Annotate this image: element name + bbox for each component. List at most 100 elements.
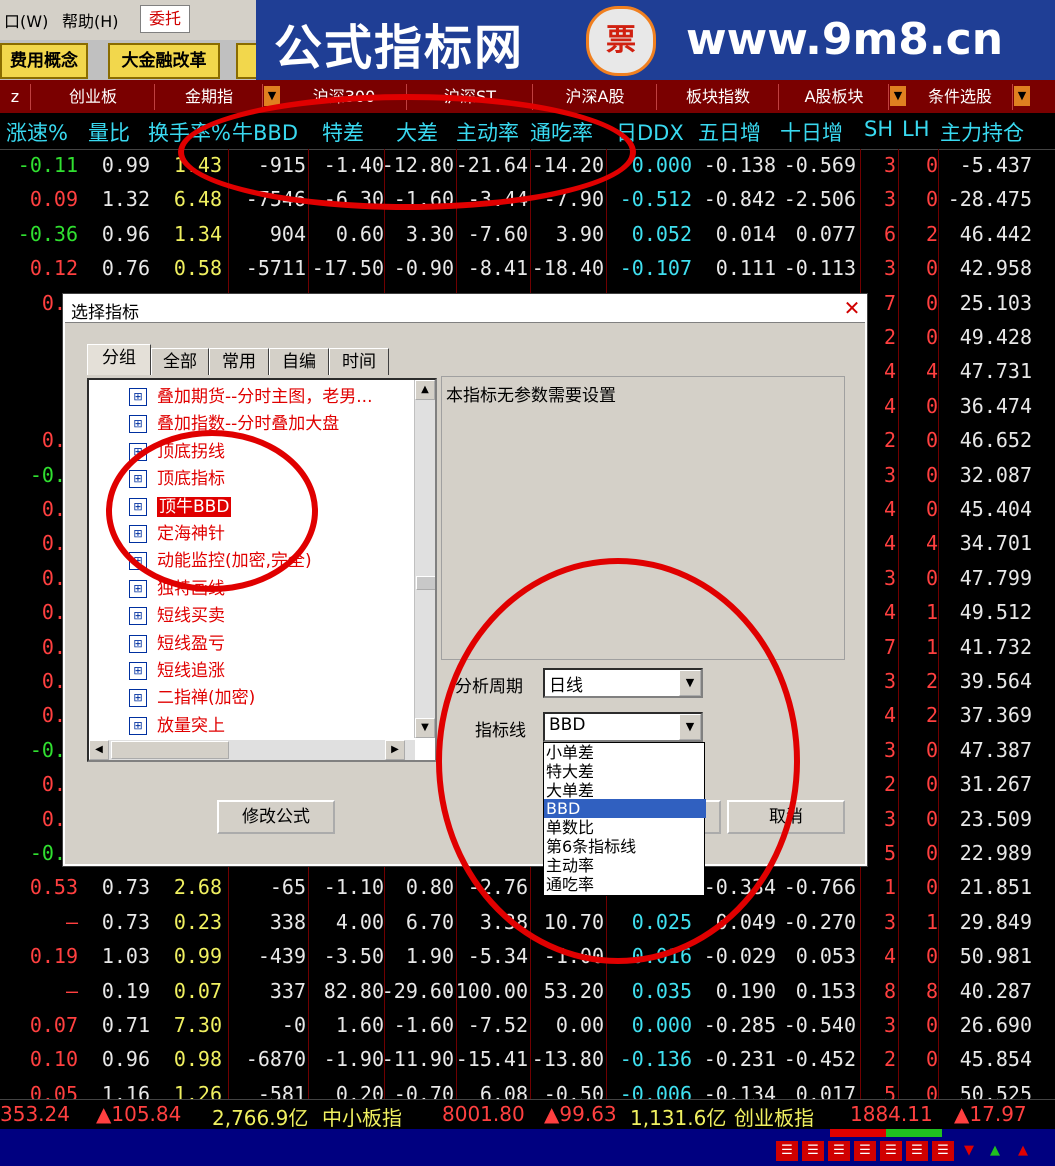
close-icon[interactable]: ✕ [841,298,863,318]
tree-item-label: 短线盈亏 [157,633,225,654]
tree-item[interactable]: ⊞ 短线追涨 [129,656,225,681]
tab-sector-index[interactable]: 板块指数 [658,84,779,110]
tree-item[interactable]: ⊞ 放量突上 [129,711,225,736]
list-icon[interactable]: ☰ [906,1141,928,1161]
horizontal-scrollbar[interactable]: ◀ ▶ [89,740,415,760]
cell-special-diff: -1.10 [323,875,384,900]
list-icon[interactable]: ☰ [880,1141,902,1161]
chart-icon: ⊞ [129,689,147,708]
col-header[interactable]: 主力持仓 [940,117,1024,147]
list-icon[interactable]: ☰ [932,1141,954,1161]
menu-window[interactable]: 口(W) [4,8,48,32]
scroll-up-icon[interactable]: ▲ [415,380,435,400]
cell-vol-ratio: 0.96 [101,221,150,246]
tab-custom[interactable]: 自编 [269,348,329,375]
scroll-thumb[interactable] [111,741,229,759]
tab-all[interactable]: 全部 [151,348,209,375]
sector-button-concept[interactable]: 费用概念 [0,43,88,79]
tab-time[interactable]: 时间 [329,348,389,375]
tab-hs-a[interactable]: 沪深A股 [534,84,657,110]
cell-bbd: 904 [269,221,306,246]
cell-main-position: 45.404 [959,497,1032,521]
cell-vol-ratio: 0.71 [101,1013,150,1037]
table-row[interactable]: 0.12 0.76 0.58 -5711 -17.50 -0.90 -8.41 -18.40-… [0,252,1055,286]
tree-item[interactable]: ⊞ 二指禅(加密) [129,683,255,708]
arrow-down-icon[interactable]: ▼ [958,1141,980,1161]
tree-item[interactable]: ⊞ 短线盈亏 [129,629,225,654]
cell-speed: -0.36 [17,221,78,246]
menu-trust[interactable]: 委托 [140,5,190,33]
cell-main-position: 22.989 [959,841,1032,865]
menu-help[interactable]: 帮助(H) [62,8,119,32]
cell-lh: 0 [925,806,938,831]
status-index-name[interactable]: 中小板指 [322,1102,402,1131]
tab-condition-pick[interactable]: 条件选股 [908,84,1013,110]
cell-sh: 2 [883,428,896,453]
list-icon[interactable]: ☰ [802,1141,824,1161]
table-row[interactable]: -0.36 0.96 1.34 904 0.60 3.30 -7.60 3.90 0.052 0.… [0,218,1055,252]
cell-eat-rate: -13.80 [531,1047,604,1072]
chart-icon: ⊞ [129,634,147,653]
chart-icon: ⊞ [129,716,147,735]
tab-partial[interactable]: z [0,84,31,110]
col-header[interactable]: SH [864,117,893,141]
cell-sh: 3 [883,909,896,934]
sector-button-finance-reform[interactable]: 大金融改革 [108,43,220,79]
cell-big-diff: 6.70 [405,909,454,934]
col-header[interactable]: 五日增 [698,117,761,147]
col-header[interactable]: LH [902,117,930,141]
cell-main-position: 34.701 [959,531,1032,556]
tree-item[interactable]: ⊞ 短线买卖 [129,601,225,627]
tree-item-label: 短线买卖 [157,606,225,627]
table-row[interactable]: —0.19 0.07 337 82.80 -29.60 -100.00 53.20 0.035… [0,975,1055,1009]
tree-item-label: 叠加指数--分时叠加大盘 [157,414,340,435]
cell-vol-ratio: 0.73 [101,909,150,934]
cell-active-rate: -5.34 [467,944,528,969]
arrow-up-icon[interactable]: ▲ [1012,1141,1034,1161]
trend-bar-green [886,1129,942,1137]
col-header[interactable]: 涨速% [6,117,68,147]
table-row[interactable]: 0.10 0.96 0.98 -6870 -1.90 -11.90 -15.41 -13.80… [0,1043,1055,1077]
tab-futures[interactable]: 金期指 [156,84,263,110]
scroll-down-icon[interactable]: ▼ [415,718,435,738]
cell-turnover: 0.98 [173,1047,222,1072]
cell-sh: 2 [883,325,896,349]
table-row[interactable]: 0.07 0.71 7.30 -0 1.60 -1.60 -7.52 0.00 0.000 -0.… [0,1009,1055,1043]
tree-item[interactable]: ⊞ 叠加指数--分时叠加大盘 [129,409,340,435]
cell-lh: 0 [925,737,938,762]
cell-main-position: 49.428 [959,325,1032,349]
cell-ddx: -0.136 [619,1047,692,1072]
cell-turnover: 1.34 [173,221,222,246]
cell-special-diff: -3.50 [323,944,384,969]
dropdown-arrow-icon[interactable]: ▼ [1014,86,1030,106]
table-row[interactable]: 0.19 1.03 0.99 -439 -3.50 1.90 -5.34 -1.00 0.016… [0,940,1055,974]
cell-main-position: 29.849 [959,909,1032,934]
cell-sh: 3 [883,669,896,693]
scroll-right-icon[interactable]: ▶ [385,740,405,760]
tab-a-sector[interactable]: A股板块 [780,84,889,110]
arrow-up-icon[interactable]: ▲ [984,1141,1006,1161]
scroll-left-icon[interactable]: ◀ [89,740,109,760]
list-icon[interactable]: ☰ [854,1141,876,1161]
cell-five-day: -0.285 [703,1013,776,1037]
dropdown-arrow-icon[interactable]: ▼ [890,86,906,106]
col-header[interactable]: 量比 [88,117,130,147]
status-index-name[interactable]: 创业板指 [734,1102,814,1131]
dialog-title-bar[interactable]: 选择指标 ✕ [65,296,865,323]
list-icon[interactable]: ☰ [828,1141,850,1161]
list-icon[interactable]: ☰ [776,1141,798,1161]
cell-vol-ratio: 0.76 [101,256,150,281]
cell-bbd: -65 [269,875,306,900]
cell-speed: 0.12 [29,256,78,281]
tree-item[interactable]: ⊞ 叠加期货--分时主图，老男... [129,382,372,407]
tab-group[interactable]: 分组 [87,344,151,375]
vertical-scrollbar[interactable]: ▲ ▼ [414,380,435,738]
tab-chinext[interactable]: 创业板 [32,84,155,110]
modify-formula-button[interactable]: 修改公式 [217,800,335,834]
col-header[interactable]: 十日增 [780,117,843,147]
scroll-thumb[interactable] [416,576,435,590]
cell-sh: 3 [883,462,896,487]
tab-common[interactable]: 常用 [209,348,269,375]
cell-main-position: 36.474 [959,393,1032,418]
cell-sh: 4 [883,359,896,384]
